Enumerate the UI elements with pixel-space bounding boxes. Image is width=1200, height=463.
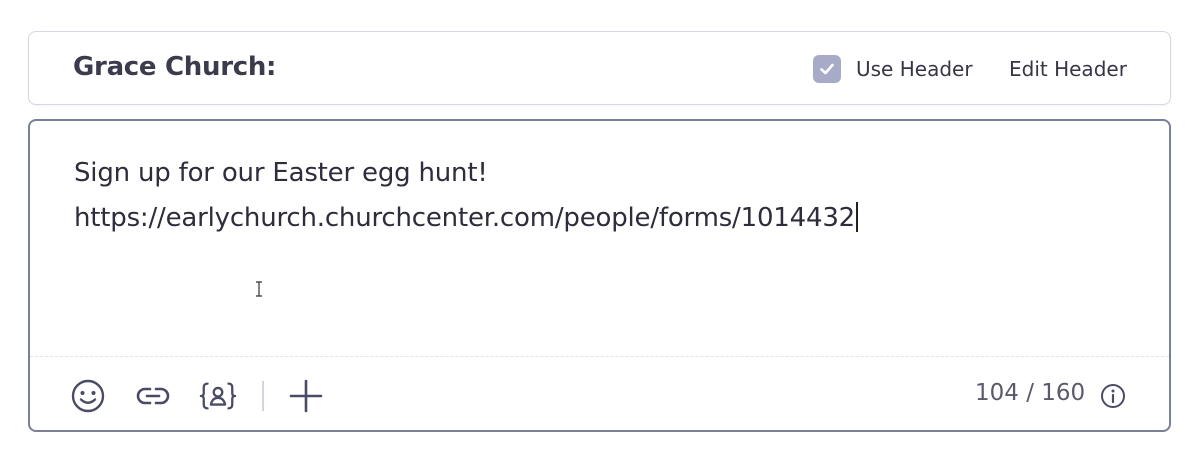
plus-icon	[289, 379, 323, 413]
header-title: Grace Church:	[73, 52, 277, 82]
info-icon	[1101, 384, 1125, 408]
use-header-toggle[interactable]: Use Header	[813, 55, 973, 83]
message-line-2: https://earlychurch.churchcenter.com/peo…	[74, 203, 856, 233]
personalize-variable-icon	[199, 382, 237, 410]
text-caret	[856, 202, 859, 232]
use-header-checkbox[interactable]	[813, 55, 841, 83]
emoji-icon	[71, 379, 105, 413]
use-header-label: Use Header	[856, 57, 973, 81]
info-button[interactable]	[1098, 381, 1128, 411]
editor-toolbar: 104 / 160	[30, 357, 1169, 432]
edit-header-button[interactable]: Edit Header	[1009, 57, 1127, 81]
message-line-1: Sign up for our Easter egg hunt!	[74, 158, 488, 188]
link-icon	[136, 387, 170, 405]
message-editor[interactable]: Sign up for our Easter egg hunt! https:/…	[28, 119, 1171, 432]
character-counter: 104 / 160	[975, 380, 1086, 406]
checkmark-icon	[820, 63, 834, 75]
header-bar: Grace Church: Use Header Edit Header	[28, 31, 1171, 105]
personalize-button[interactable]	[199, 377, 237, 415]
toolbar-separator	[262, 381, 264, 411]
message-textarea[interactable]: Sign up for our Easter egg hunt! https:/…	[74, 151, 1134, 241]
emoji-button[interactable]	[69, 377, 107, 415]
ibeam-cursor-icon	[256, 281, 262, 297]
add-button[interactable]	[287, 377, 325, 415]
link-button[interactable]	[134, 377, 172, 415]
